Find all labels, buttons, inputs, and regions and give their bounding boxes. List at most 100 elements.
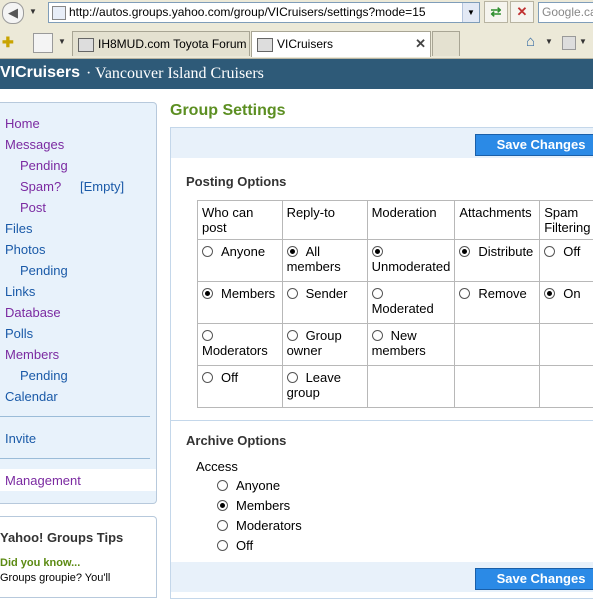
option-cell[interactable]: Off — [198, 366, 283, 408]
header-reply-to: Reply-to — [282, 201, 367, 240]
radio-button-selected[interactable] — [217, 500, 228, 511]
radio-button-selected[interactable] — [287, 246, 298, 257]
radio-button[interactable] — [217, 520, 228, 531]
go-icon[interactable]: ⇄ — [484, 1, 508, 23]
option-cell[interactable]: All members — [282, 240, 367, 282]
empty-cell — [540, 324, 593, 366]
option-cell[interactable]: Anyone — [198, 240, 283, 282]
sidebar-item-files[interactable]: Files — [5, 221, 32, 236]
sidebar-item-messages-pending[interactable]: Pending — [20, 158, 68, 173]
option-cell[interactable]: Leave group — [282, 366, 367, 408]
radio-button[interactable] — [202, 330, 213, 341]
home-chevron-icon[interactable]: ▼ — [544, 32, 554, 52]
access-label: Access — [196, 459, 238, 474]
close-tab-icon[interactable]: ✕ — [415, 32, 426, 56]
option-label: Off — [236, 538, 253, 553]
radio-button[interactable] — [217, 480, 228, 491]
access-option-moderators[interactable]: Moderators — [217, 518, 302, 533]
option-label: Anyone — [236, 478, 280, 493]
search-input[interactable]: Google.ca — [538, 2, 593, 23]
sidebar-item-post[interactable]: Post — [20, 200, 46, 215]
group-header: VICruisers · Vancouver Island Cruisers — [0, 59, 593, 89]
stop-icon[interactable]: ✕ — [510, 1, 534, 23]
sidebar-divider — [0, 416, 150, 417]
sidebar-item-messages[interactable]: Messages — [5, 137, 64, 152]
access-option-anyone[interactable]: Anyone — [217, 478, 280, 493]
settings-panel: Save Changes Posting Options Who can pos… — [170, 127, 593, 599]
chevron-down-icon[interactable]: ▼ — [28, 2, 38, 22]
access-option-off[interactable]: Off — [217, 538, 253, 553]
option-cell[interactable]: Distribute — [455, 240, 540, 282]
radio-button-selected[interactable] — [372, 246, 383, 257]
access-option-members[interactable]: Members — [217, 498, 290, 513]
radio-button[interactable] — [459, 288, 470, 299]
radio-button[interactable] — [287, 288, 298, 299]
save-changes-button-bottom[interactable]: Save Changes — [475, 568, 593, 590]
radio-button[interactable] — [287, 372, 298, 383]
archive-options-title: Archive Options — [186, 433, 286, 448]
tab-ih8mud[interactable]: IH8MUD.com Toyota Forum ... — [72, 31, 250, 56]
radio-button[interactable] — [217, 540, 228, 551]
back-icon[interactable]: ◀ — [2, 2, 24, 24]
new-tab-button[interactable] — [432, 31, 460, 56]
radio-button[interactable] — [372, 330, 383, 341]
feeds-icon[interactable] — [562, 36, 576, 50]
sidebar-item-members-pending[interactable]: Pending — [20, 368, 68, 383]
posting-options-table: Who can post Reply-to Moderation Attachm… — [197, 200, 593, 408]
radio-button[interactable] — [544, 246, 555, 257]
option-cell[interactable]: Off — [540, 240, 593, 282]
radio-button[interactable] — [372, 288, 383, 299]
sidebar-item-home[interactable]: Home — [5, 116, 40, 131]
save-changes-button[interactable]: Save Changes — [475, 134, 593, 156]
quick-tabs-icon[interactable] — [33, 33, 53, 53]
tab-vicruisers[interactable]: VICruisers ✕ — [251, 31, 431, 57]
sidebar-divider — [0, 458, 150, 459]
option-cell[interactable]: Members — [198, 282, 283, 324]
table-row: Anyone All members Unmoderated Distribut… — [198, 240, 593, 282]
option-cell[interactable]: Sender — [282, 282, 367, 324]
sidebar-item-management[interactable]: Management — [5, 473, 81, 488]
address-text: http://autos.groups.yahoo.com/group/VICr… — [69, 5, 426, 19]
favorites-add-icon[interactable]: ✚ — [2, 34, 14, 51]
option-cell[interactable]: Moderators — [198, 324, 283, 366]
empty-cell — [455, 324, 540, 366]
page-icon — [52, 6, 66, 20]
radio-button-selected[interactable] — [544, 288, 555, 299]
sidebar-item-invite[interactable]: Invite — [5, 431, 36, 446]
option-cell[interactable]: Unmoderated — [367, 240, 455, 282]
header-who-can-post: Who can post — [198, 201, 283, 240]
sidebar-item-photos-pending[interactable]: Pending — [20, 263, 68, 278]
option-cell[interactable]: Remove — [455, 282, 540, 324]
group-name[interactable]: VICruisers — [0, 64, 80, 82]
address-dropdown-icon[interactable]: ▼ — [462, 3, 479, 22]
sidebar-item-calendar[interactable]: Calendar — [5, 389, 58, 404]
option-label: On — [563, 286, 580, 301]
radio-button-selected[interactable] — [202, 288, 213, 299]
sidebar-item-database[interactable]: Database — [5, 305, 61, 320]
sidebar-item-links[interactable]: Links — [5, 284, 35, 299]
sidebar-item-photos[interactable]: Photos — [5, 242, 45, 257]
browser-chrome: ◀ ▼ http://autos.groups.yahoo.com/group/… — [0, 0, 593, 59]
section-divider — [171, 420, 593, 421]
tab-label: VICruisers — [277, 37, 333, 51]
option-cell[interactable]: Moderated — [367, 282, 455, 324]
address-bar[interactable]: http://autos.groups.yahoo.com/group/VICr… — [48, 2, 480, 23]
radio-button[interactable] — [202, 246, 213, 257]
feeds-chevron-icon[interactable]: ▼ — [578, 32, 588, 52]
search-placeholder: Google.ca — [542, 5, 593, 19]
sidebar-item-polls[interactable]: Polls — [5, 326, 33, 341]
sidebar-item-members[interactable]: Members — [5, 347, 59, 362]
home-icon[interactable]: ⌂ — [526, 33, 535, 50]
option-cell[interactable]: Group owner — [282, 324, 367, 366]
option-label: Members — [236, 498, 290, 513]
option-cell[interactable]: New members — [367, 324, 455, 366]
option-cell[interactable]: On — [540, 282, 593, 324]
radio-button[interactable] — [202, 372, 213, 383]
radio-button[interactable] — [287, 330, 298, 341]
table-row: Moderators Group owner New members — [198, 324, 593, 366]
tab-list-chevron-icon[interactable]: ▼ — [57, 32, 67, 52]
empty-cell — [540, 366, 593, 408]
radio-button-selected[interactable] — [459, 246, 470, 257]
sidebar-item-spam[interactable]: Spam? — [20, 179, 61, 194]
option-label: Moderators — [236, 518, 302, 533]
